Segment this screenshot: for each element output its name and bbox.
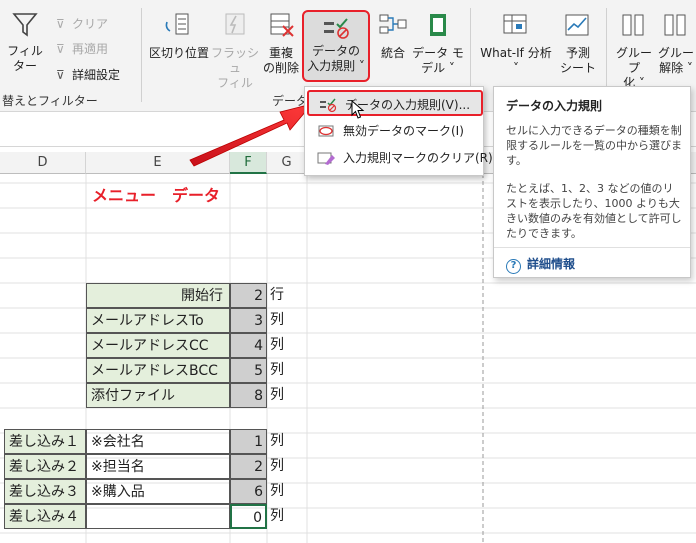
menu-item-clear-validation-circles[interactable]: 入力規則マークのクリア(R) [307,145,493,171]
merge-value-1[interactable]: 2 [230,454,267,479]
merge-name-2[interactable]: ※購入品 [86,479,230,504]
data-validation-icon [324,18,349,39]
filter-label: フィルター [7,44,43,73]
help-icon: ? [506,259,521,274]
merge-value-3[interactable]: 0 [230,504,267,529]
chevron-down-icon: ˅ [355,59,365,73]
remove-duplicates-icon [270,13,294,37]
merge-label-0[interactable]: 差し込み１ [4,429,86,454]
config-label-2[interactable]: メールアドレスCC [86,333,230,358]
advanced-filter-button[interactable]: ⊽ 詳細設定 [56,67,120,83]
consolidate-button[interactable]: 統合 [374,12,412,61]
menu-item-data-validation[interactable]: データの入力規則(V)... [307,90,483,116]
filter-button[interactable]: フィルター [2,10,48,74]
config-unit-3: 列 [270,362,284,378]
config-label-4[interactable]: 添付ファイル [86,383,230,408]
data-validation-button[interactable]: データの 入力規則 ˅ [302,10,370,82]
consolidate-icon [379,14,407,34]
config-unit-4: 列 [270,387,284,403]
forecast-icon [565,14,589,36]
flash-fill-icon [225,13,245,35]
config-label-1[interactable]: メールアドレスTo [86,308,230,333]
data-validation-tooltip: データの入力規則 セルに入力できるデータの種類を制限するルールを一覧の中から選び… [493,86,691,278]
tooltip-more-info-link[interactable]: ? 詳細情報 [506,255,575,274]
merge-unit-2: 列 [270,483,284,499]
advanced-filter-icon: ⊽ [56,68,65,82]
tooltip-paragraph-2: たとえば、1、2、3 などの値のリストを表示したり、1000 よりも大きい数値の… [506,182,682,240]
merge-value-0[interactable]: 1 [230,429,267,454]
config-value-3[interactable]: 5 [230,358,267,383]
menu-item-circle-invalid[interactable]: 無効データのマーク(I) [307,118,483,144]
merge-value-2[interactable]: 6 [230,479,267,504]
clear-filter-icon: ⊽ [56,17,65,31]
group-icon [622,14,644,36]
data-model-icon [430,14,446,36]
merge-label-1[interactable]: 差し込み２ [4,454,86,479]
merge-name-0[interactable]: ※会社名 [86,429,230,454]
sort-filter-group-label: 替えとフィルター [2,94,98,108]
group-button[interactable]: グループ 化 ˅ [612,12,656,91]
chevron-down-icon: ˅ [683,61,693,75]
merge-unit-0: 列 [270,433,284,449]
config-value-4[interactable]: 8 [230,383,267,408]
merge-label-3[interactable]: 差し込み４ [4,504,86,529]
reapply-icon: ⊽ [56,42,65,56]
text-to-columns-icon [165,13,189,35]
merge-name-1[interactable]: ※担当名 [86,454,230,479]
ungroup-icon [664,14,686,36]
ribbon-separator [141,8,142,102]
config-unit-1: 列 [270,312,284,328]
merge-unit-3: 列 [270,508,284,524]
config-label-3[interactable]: メールアドレスBCC [86,358,230,383]
tooltip-title: データの入力規則 [506,99,603,113]
clear-circles-icon [317,152,335,165]
data-validation-menu: データの入力規則(V)... 無効データのマーク(I) 入力規則マークのクリア(… [304,86,493,176]
remove-duplicates-button[interactable]: 重複 の削除 [260,12,302,76]
ungroup-button[interactable]: グルー 解除 ˅ [656,12,696,76]
funnel-icon [12,13,38,37]
chevron-down-icon: ˅ [513,61,519,75]
chevron-down-icon: ˅ [445,61,455,75]
config-value-0[interactable]: 2 [230,283,267,308]
data-model-button[interactable]: データ モ デル ˅ [412,12,464,76]
merge-name-3[interactable] [86,504,230,529]
clear-button[interactable]: ⊽ クリア [56,16,108,32]
flash-fill-button[interactable]: フラッシュ フィル [210,12,260,91]
column-header-d[interactable]: D [0,152,86,174]
whatif-icon [503,14,527,34]
config-unit-2: 列 [270,337,284,353]
circle-invalid-icon [318,125,334,137]
text-to-columns-button[interactable]: 区切り位置 [148,12,210,61]
mouse-cursor-icon [351,100,365,119]
forecast-sheet-button[interactable]: 予測 シート [556,12,600,76]
merge-label-2[interactable]: 差し込み３ [4,479,86,504]
data-validation-icon [320,98,337,113]
config-value-2[interactable]: 4 [230,333,267,358]
reapply-button[interactable]: ⊽ 再適用 [56,41,108,57]
sheet-title[interactable]: メニュー データ [92,183,292,208]
whatif-analysis-button[interactable]: What-If 分析 ˅ [476,12,556,76]
tooltip-divider [494,247,690,248]
merge-unit-1: 列 [270,458,284,474]
config-value-1[interactable]: 3 [230,308,267,333]
config-label-0[interactable]: 開始行 [86,283,230,308]
tooltip-paragraph-1: セルに入力できるデータの種類を制限するルールを一覧の中から選びます。 [506,124,682,167]
config-unit-0: 行 [270,287,284,303]
